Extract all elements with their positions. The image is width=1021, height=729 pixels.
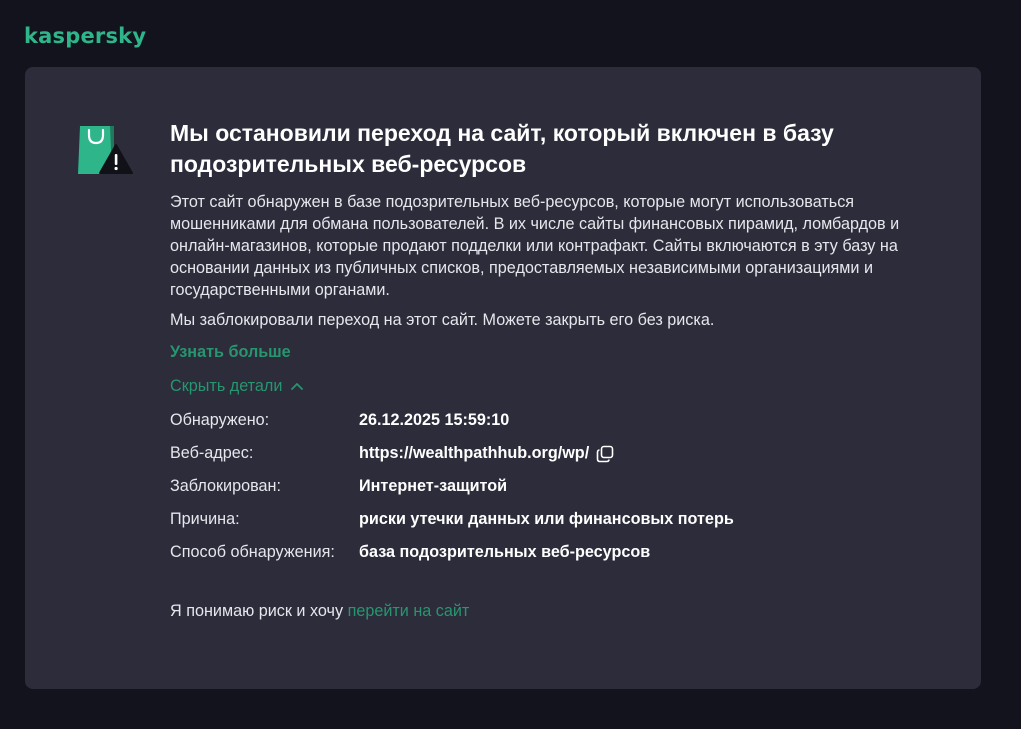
detail-row-web-address: Веб-адрес: https://wealthpathhub.org/wp/ [170, 437, 930, 470]
proceed-to-site-link[interactable]: перейти на сайт [348, 602, 470, 620]
detail-label: Веб-адрес: [170, 444, 254, 462]
detail-value: Интернет-защитой [359, 477, 508, 495]
learn-more-link[interactable]: Узнать больше [170, 341, 291, 363]
detail-value: 26.12.2025 15:59:10 [359, 411, 510, 429]
hide-details-label: Скрыть детали [170, 377, 283, 395]
blocked-note: Мы заблокировали переход на этот сайт. М… [170, 311, 715, 329]
detail-label: Обнаружено: [170, 411, 270, 429]
detail-value: риски утечки данных или финансовых потер… [359, 510, 734, 528]
detail-row-detection-method: Способ обнаружения: база подозрительных … [170, 536, 930, 569]
details-list: Обнаружено: 26.12.2025 15:59:10 Веб-адре… [170, 404, 930, 569]
risk-prefix: Я понимаю риск и хочу [170, 602, 344, 620]
alert-description: Этот сайт обнаружен в базе подозрительны… [170, 193, 900, 299]
hide-details-toggle[interactable]: Скрыть детали [170, 375, 930, 397]
chevron-up-icon [291, 383, 304, 390]
detail-value-url: https://wealthpathhub.org/wp/ [359, 444, 590, 462]
detail-row-detected: Обнаружено: 26.12.2025 15:59:10 [170, 404, 930, 437]
detail-label: Заблокирован: [170, 477, 281, 495]
detail-label: Причина: [170, 510, 240, 528]
alert-title: Мы остановили переход на сайт, который в… [170, 120, 834, 177]
shopping-bag-warning-icon [78, 118, 134, 176]
detail-label: Способ обнаружения: [170, 543, 335, 561]
detail-value-wrap: https://wealthpathhub.org/wp/ [359, 444, 614, 463]
copy-icon[interactable] [596, 445, 614, 463]
kaspersky-logo: kaspersky [24, 24, 147, 48]
detail-value: база подозрительных веб-ресурсов [359, 543, 651, 561]
detail-row-reason: Причина: риски утечки данных или финансо… [170, 503, 930, 536]
alert-content: Мы остановили переход на сайт, который в… [170, 118, 930, 622]
risk-acknowledge: Я понимаю риск и хочу перейти на сайт [170, 600, 930, 622]
detail-row-blocked-by: Заблокирован: Интернет-защитой [170, 470, 930, 503]
